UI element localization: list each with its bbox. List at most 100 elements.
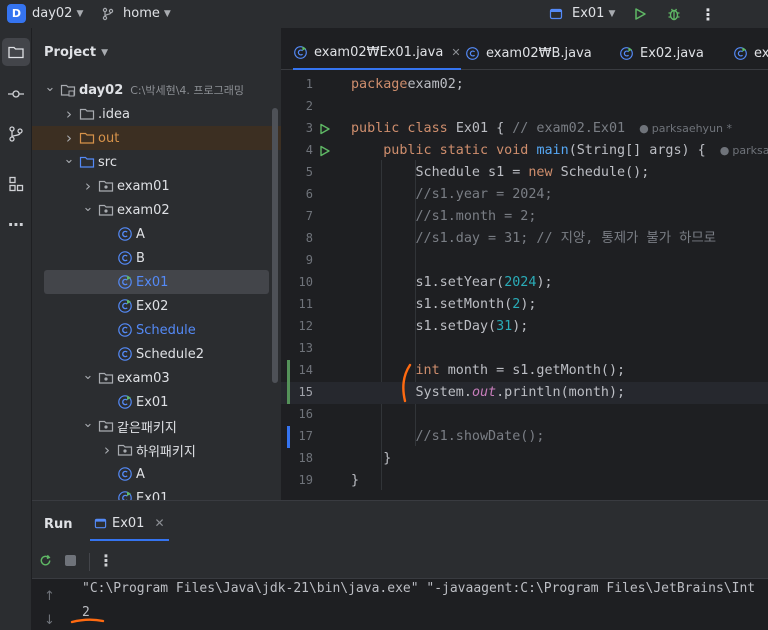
author-name: parksaehyun *: [651, 122, 733, 135]
project-badge[interactable]: D: [7, 4, 26, 23]
project-switcher[interactable]: day02 ▼: [32, 6, 83, 21]
package-icon: [117, 442, 133, 458]
chevron-down-icon[interactable]: ⌄: [82, 368, 94, 383]
tree-item-ex02[interactable]: Ex02: [32, 294, 281, 318]
close-icon[interactable]: ✕: [154, 516, 164, 530]
close-icon[interactable]: ✕: [451, 46, 460, 59]
author-inlay-hint[interactable]: ● parksaehyun *: [639, 122, 732, 135]
tree-item-ex01[interactable]: Ex01: [32, 390, 281, 414]
code-line[interactable]: //s1.day = 31; // 지양, 통제가 불가 하므로: [351, 228, 716, 250]
run-config-selector[interactable]: Ex01 ▼: [549, 6, 615, 21]
tool-window-strip: ⋯: [0, 28, 32, 630]
tree-item-ex01[interactable]: Ex01: [44, 270, 269, 294]
project-name: day02: [32, 6, 73, 21]
tree-item-label: exam01: [117, 178, 170, 194]
project-panel-header[interactable]: Project ▼: [44, 45, 108, 60]
code-token: package: [351, 77, 408, 92]
tree-item-day02[interactable]: ⌄ day02 C:\박세현\4. 프로그래밍: [32, 78, 281, 102]
code-token: // exam02.Ex01: [512, 121, 626, 136]
code-line[interactable]: //s1.month = 2;: [351, 206, 536, 228]
tree-item-exam01[interactable]: › exam01: [32, 174, 281, 198]
code-line[interactable]: int month = s1.getMonth();: [351, 360, 625, 382]
chevron-down-icon[interactable]: ⌄: [63, 152, 75, 167]
stop-button[interactable]: [65, 555, 76, 566]
code-line[interactable]: Schedule s1 = new Schedule();: [351, 162, 649, 184]
code-token: main: [536, 143, 569, 158]
rerun-button[interactable]: [38, 553, 53, 572]
module-folder-icon: [60, 82, 76, 98]
author-inlay-hint[interactable]: ●parksae: [720, 144, 768, 157]
chevron-right-icon[interactable]: ›: [63, 129, 75, 147]
tree-item-a[interactable]: A: [32, 222, 281, 246]
chevron-down-icon: ▼: [608, 8, 616, 19]
vcs-change-marker[interactable]: [287, 426, 290, 448]
run-more-button[interactable]: ⋮: [98, 551, 114, 570]
run-panel: Run Ex01 ✕ ⋮ ↑ ↓ "C:\Program Files\Java\…: [32, 500, 768, 630]
scroll-down-icon[interactable]: ↓: [44, 613, 55, 628]
line-number: 12: [298, 319, 313, 333]
tree-item-exam02[interactable]: ⌄ exam02: [32, 198, 281, 222]
chevron-right-icon[interactable]: ›: [101, 441, 113, 459]
tree-item-ex01[interactable]: Ex01: [32, 486, 281, 500]
tree-item-exam03[interactable]: ⌄ exam03: [32, 366, 281, 390]
chevron-down-icon[interactable]: ⌄: [82, 200, 94, 215]
branch-switcher[interactable]: home ▼: [101, 6, 171, 21]
tree-item-같은패키지[interactable]: ⌄ 같은패키지: [32, 414, 281, 438]
more-actions-button[interactable]: ⋮: [698, 4, 718, 24]
chevron-right-icon[interactable]: ›: [63, 105, 75, 123]
chevron-down-icon[interactable]: ⌄: [82, 416, 94, 431]
chevron-right-icon[interactable]: ›: [82, 177, 94, 195]
tree-item-b[interactable]: B: [32, 246, 281, 270]
run-tab-ex01[interactable]: Ex01 ✕: [90, 507, 169, 541]
code-line[interactable]: public class Ex01 { // exam02.Ex01 ● parks…: [351, 118, 732, 140]
tree-item-src[interactable]: ⌄ src: [32, 150, 281, 174]
branch-name: home: [123, 6, 160, 21]
tree-item-label: Ex01: [136, 394, 169, 410]
tree-item-out[interactable]: › out: [32, 126, 281, 150]
tree-item-label: day02: [79, 82, 124, 98]
code-editor[interactable]: 1 packageexam02; 2 3 public class Ex01 { // …: [281, 70, 768, 500]
code-line[interactable]: //s1.showDate();: [351, 426, 544, 448]
vcs-change-marker[interactable]: [287, 360, 290, 404]
code-token: Ex01 {: [455, 121, 513, 136]
tree-item-a[interactable]: A: [32, 462, 281, 486]
more-vertical-icon: ⋮: [700, 4, 716, 24]
title-bar: D day02 ▼ home ▼ Ex01 ▼ ⋮: [0, 0, 768, 28]
tree-item-idea[interactable]: › .idea: [32, 102, 281, 126]
code-line[interactable]: s1.setYear(2024);: [351, 272, 552, 294]
editor-tab[interactable]: exam02₩Ex01.java ✕: [293, 36, 461, 70]
editor-tab[interactable]: Ex02.java: [619, 36, 704, 70]
project-scrollbar[interactable]: [272, 108, 278, 383]
code-line[interactable]: packageexam02;: [351, 74, 464, 96]
more-tools-button[interactable]: ⋯: [2, 210, 30, 238]
run-gutter-icon[interactable]: [319, 145, 331, 157]
code-line[interactable]: public static void main(String[] args) {…: [351, 140, 768, 162]
run-button[interactable]: [630, 4, 650, 24]
tree-item-label: Schedule2: [136, 346, 205, 362]
structure-tool-button[interactable]: [2, 170, 30, 198]
rerun-icon: [40, 554, 51, 566]
chevron-down-icon[interactable]: ⌄: [44, 80, 56, 95]
commit-tool-button[interactable]: [2, 80, 30, 108]
editor-tab[interactable]: ex: [733, 36, 768, 70]
code-line[interactable]: s1.setMonth(2);: [351, 294, 536, 316]
tree-item-하위패키지[interactable]: › 하위패키지: [32, 438, 281, 462]
code-line[interactable]: s1.setDay(31);: [351, 316, 528, 338]
editor-tab[interactable]: exam02₩B.java: [465, 36, 592, 70]
code-line[interactable]: //s1.year = 2024;: [351, 184, 552, 206]
tree-item-schedule2[interactable]: Schedule2: [32, 342, 281, 366]
code-line[interactable]: }: [351, 448, 391, 470]
tree-item-schedule[interactable]: Schedule: [32, 318, 281, 342]
editor-tab-label: Ex02.java: [640, 45, 704, 61]
line-number: 9: [305, 253, 313, 267]
debug-button[interactable]: [664, 4, 684, 24]
class-icon: [466, 46, 479, 60]
code-line[interactable]: }: [351, 470, 359, 492]
project-tool-button[interactable]: [2, 38, 30, 66]
class-icon: [117, 322, 133, 338]
code-line[interactable]: System.out.println(month);: [351, 382, 625, 404]
scroll-up-icon[interactable]: ↑: [44, 589, 55, 604]
code-token: //s1.showDate();: [351, 429, 545, 444]
vcs-tool-button[interactable]: [2, 120, 30, 148]
run-gutter-icon[interactable]: [319, 123, 331, 135]
